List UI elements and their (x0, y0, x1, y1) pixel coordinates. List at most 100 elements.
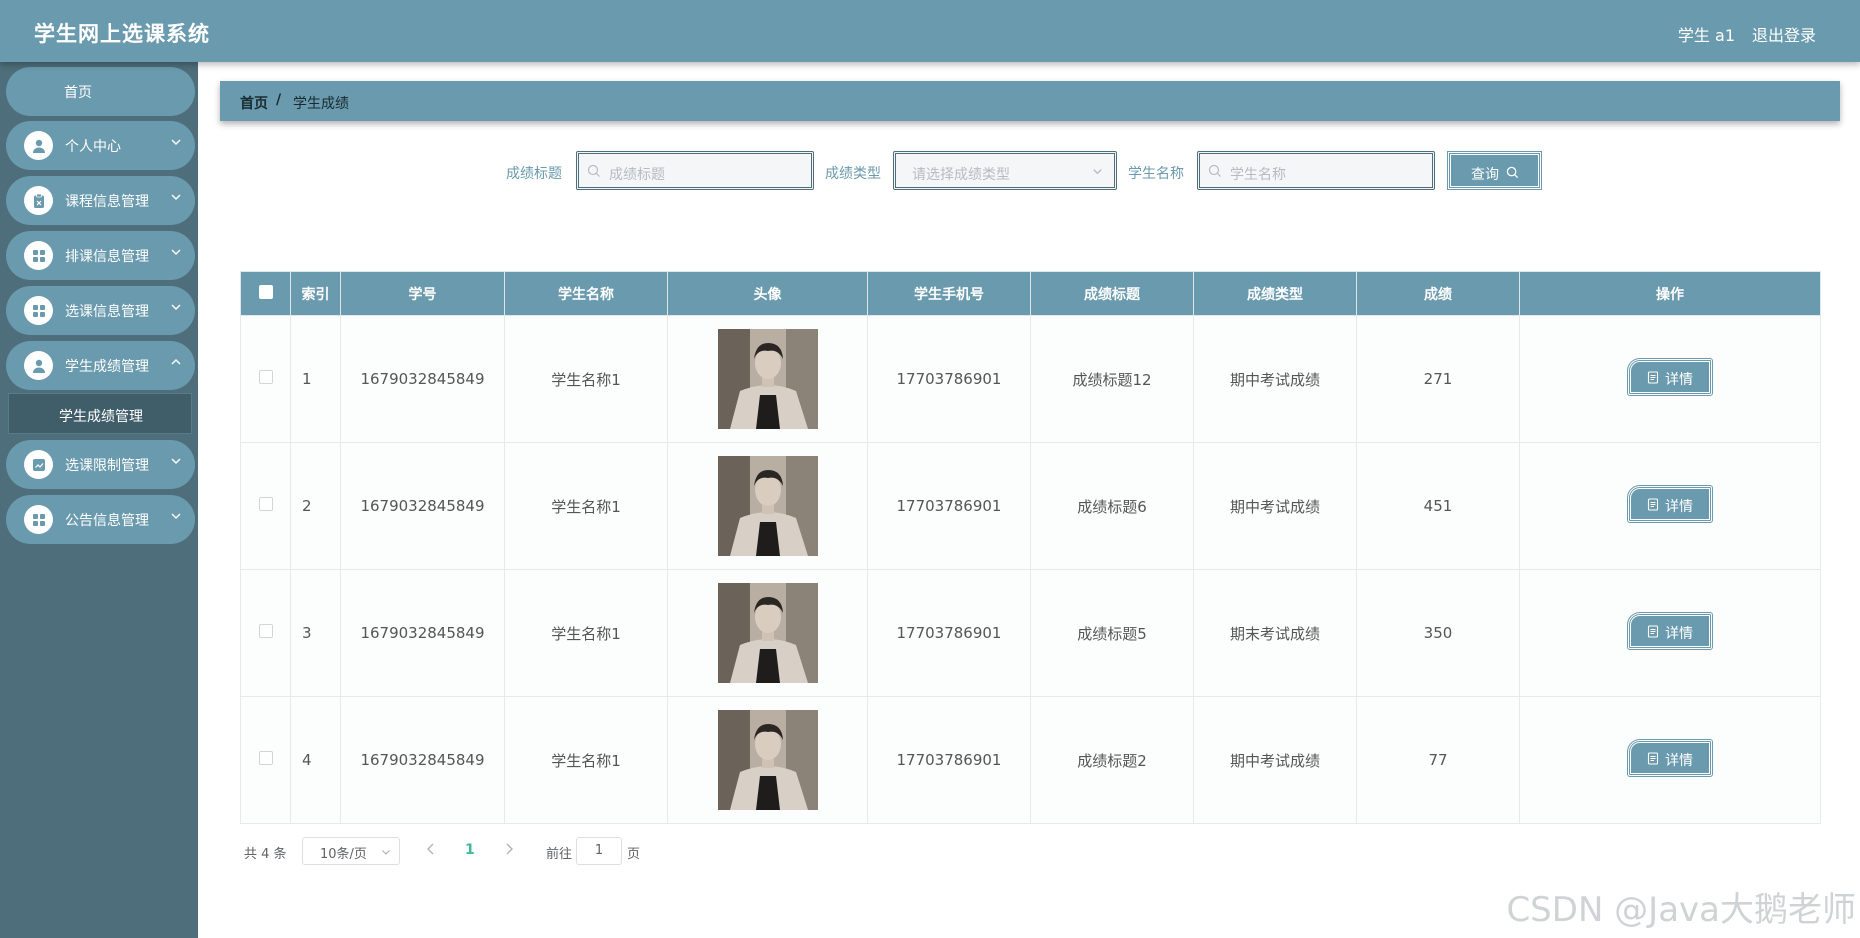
chevron-down-icon (171, 249, 181, 255)
row-checkbox[interactable] (258, 370, 273, 384)
sidebar-item-label: 课程信息管理 (65, 194, 149, 210)
student-name-input[interactable]: 学生名称 (1197, 151, 1435, 190)
chevron-down-icon (1093, 169, 1102, 175)
sidebar-item-announcement[interactable]: 公告信息管理 (6, 495, 195, 544)
cell-score-title: 成绩标题12 (1030, 315, 1194, 443)
cell-score-type: 期中考试成绩 (1193, 696, 1357, 824)
document-icon (1647, 625, 1659, 638)
column-header: 学生手机号 (867, 271, 1031, 316)
cell-actions: 详情 (1519, 315, 1821, 443)
detail-button[interactable]: 详情 (1627, 485, 1713, 523)
detail-button[interactable]: 详情 (1627, 612, 1713, 650)
column-header: 头像 (667, 271, 868, 316)
query-button[interactable]: 查询 (1447, 151, 1542, 190)
breadcrumb-separator: / (276, 92, 282, 108)
row-checkbox[interactable] (258, 624, 273, 638)
score-type-label: 成绩类型 (825, 166, 881, 182)
row-select-cell (240, 442, 291, 570)
grid-icon (24, 241, 53, 270)
sidebar-item-home[interactable]: 首页 (6, 67, 195, 116)
grid-icon (24, 296, 53, 325)
cell-student-id: 1679032845849 (340, 696, 505, 824)
cell-phone: 17703786901 (867, 442, 1031, 570)
detail-button[interactable]: 详情 (1627, 358, 1713, 396)
sidebar-subitem-label: 学生成绩管理 (59, 409, 143, 425)
detail-button-label: 详情 (1665, 499, 1693, 515)
cell-score-type: 期中考试成绩 (1193, 442, 1357, 570)
cell-phone: 17703786901 (867, 315, 1031, 443)
score-type-select[interactable]: 请选择成绩类型 (893, 151, 1117, 190)
table-row: 4 1679032845849 学生名称1 17703786901 成绩标题2 期中考试成… (240, 696, 1821, 824)
goto-page-input[interactable]: 1 (576, 837, 622, 865)
score-title-input[interactable]: 成绩标题 (576, 151, 814, 190)
select-all-checkbox[interactable] (258, 284, 273, 299)
page-size-select[interactable]: 10条/页 (302, 837, 400, 865)
document-icon (1647, 752, 1659, 765)
row-select-cell (240, 315, 291, 443)
page-size-value: 10条/页 (320, 847, 367, 862)
column-header: 成绩 (1356, 271, 1520, 316)
next-page-icon[interactable] (502, 841, 516, 857)
cell-index: 3 (290, 569, 341, 697)
sidebar-item-schedule-info[interactable]: 排课信息管理 (6, 231, 195, 280)
document-icon (1647, 498, 1659, 511)
student-avatar (717, 329, 818, 429)
cell-avatar (667, 315, 868, 443)
row-checkbox[interactable] (258, 497, 273, 511)
sidebar-item-label: 学生成绩管理 (65, 359, 149, 375)
cell-score: 271 (1356, 315, 1520, 443)
sidebar-item-personal-center[interactable]: 个人中心 (6, 121, 195, 170)
sidebar: 首页 个人中心 课程信息管理 排课信息管理 选课信息管理 学生成绩管理 学生成绩… (0, 62, 198, 938)
search-icon (1208, 164, 1221, 177)
page-suffix-label: 页 (627, 847, 641, 862)
student-avatar (717, 583, 818, 683)
chart-icon (24, 450, 53, 479)
pagination-total: 共 4 条 (244, 847, 287, 862)
sidebar-item-label: 选课限制管理 (65, 458, 149, 474)
cell-student-id: 1679032845849 (340, 315, 505, 443)
cell-student-id: 1679032845849 (340, 569, 505, 697)
chevron-down-icon (171, 304, 181, 310)
column-header: 学号 (340, 271, 505, 316)
current-user[interactable]: 学生 a1 (1678, 22, 1735, 46)
cell-score-type: 期中考试成绩 (1193, 315, 1357, 443)
page-number-current[interactable]: 1 (465, 842, 475, 858)
sidebar-item-label: 排课信息管理 (65, 249, 149, 265)
logout-link[interactable]: 退出登录 (1752, 22, 1816, 46)
breadcrumb-home[interactable]: 首页 (240, 93, 268, 113)
cell-score: 77 (1356, 696, 1520, 824)
prev-page-icon[interactable] (424, 841, 438, 857)
cell-student-name: 学生名称1 (504, 569, 668, 697)
detail-button[interactable]: 详情 (1627, 739, 1713, 777)
sidebar-item-label: 公告信息管理 (65, 513, 149, 529)
row-checkbox[interactable] (258, 751, 273, 765)
sidebar-item-selection-info[interactable]: 选课信息管理 (6, 286, 195, 335)
chevron-down-icon (171, 194, 181, 200)
sidebar-subitem-score-management[interactable]: 学生成绩管理 (8, 393, 192, 434)
cell-score-title: 成绩标题2 (1030, 696, 1194, 824)
cell-avatar (667, 442, 868, 570)
sidebar-item-score-management[interactable]: 学生成绩管理 (6, 341, 195, 390)
student-name-placeholder: 学生名称 (1230, 167, 1286, 183)
table-header-row: 索引 学号 学生名称 头像 学生手机号 成绩标题 成绩类型 成绩 操作 (240, 271, 1821, 316)
sidebar-item-course-info[interactable]: 课程信息管理 (6, 176, 195, 225)
cell-index: 2 (290, 442, 341, 570)
cell-phone: 17703786901 (867, 569, 1031, 697)
cell-score: 350 (1356, 569, 1520, 697)
cell-avatar (667, 696, 868, 824)
search-icon (587, 164, 600, 177)
column-header: 操作 (1519, 271, 1821, 316)
score-table: 索引 学号 学生名称 头像 学生手机号 成绩标题 成绩类型 成绩 操作 1 167… (240, 271, 1821, 824)
row-select-cell (240, 696, 291, 824)
sidebar-item-selection-limit[interactable]: 选课限制管理 (6, 440, 195, 489)
column-header: 索引 (290, 271, 341, 316)
chevron-down-icon (171, 458, 181, 464)
score-title-label: 成绩标题 (506, 166, 562, 182)
table-row: 2 1679032845849 学生名称1 17703786901 成绩标题6 期中考试成… (240, 442, 1821, 570)
grid-icon (24, 505, 53, 534)
student-avatar (717, 456, 818, 556)
cell-score-type: 期末考试成绩 (1193, 569, 1357, 697)
watermark-text: CSDN @Java大鹅老师 (1506, 890, 1856, 930)
cell-score-title: 成绩标题6 (1030, 442, 1194, 570)
search-icon (1506, 166, 1519, 179)
